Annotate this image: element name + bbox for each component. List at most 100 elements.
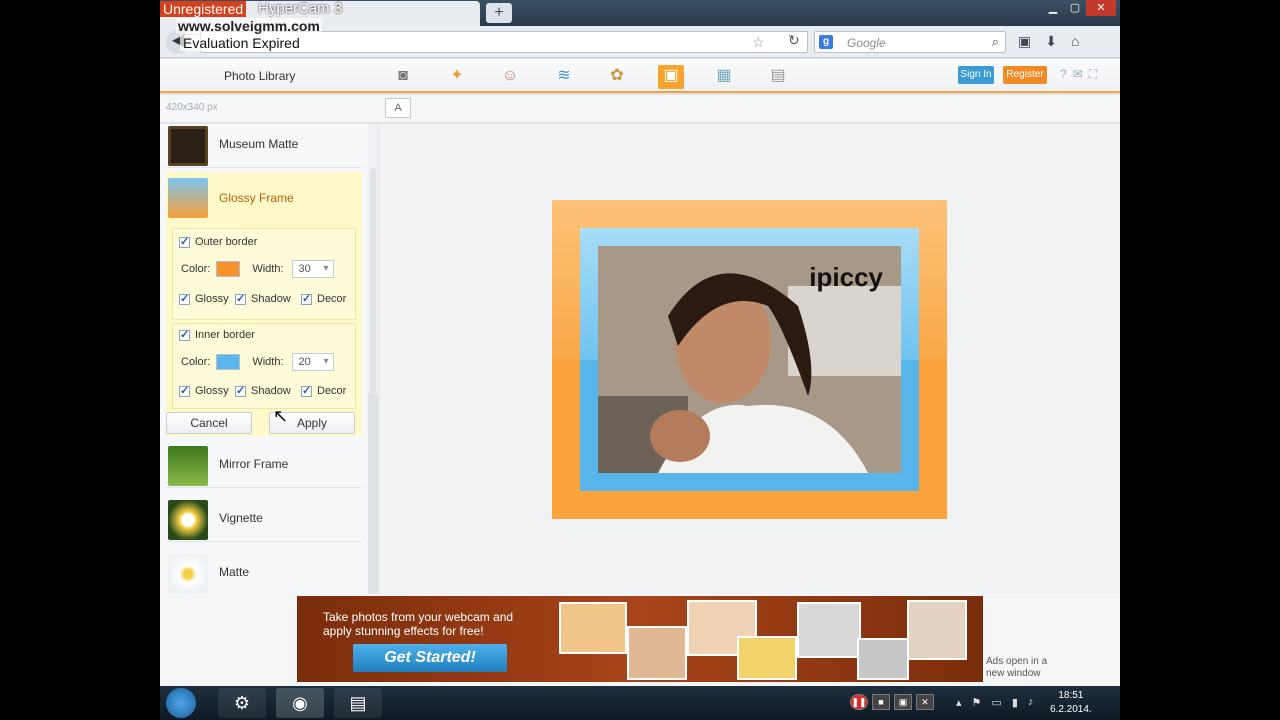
art-icon[interactable]: ✿ <box>604 65 630 89</box>
bookmark-star-icon[interactable]: ☆ <box>752 34 765 51</box>
home-icon[interactable]: ⌂ <box>1071 33 1079 50</box>
download-icon[interactable]: ⬇ <box>1045 33 1057 50</box>
help-icon[interactable]: ? <box>1060 67 1067 82</box>
ad-area: Take photos from your webcam and apply s… <box>160 594 1120 686</box>
effects-panel: Museum Matte Glossy Frame Outer border C… <box>160 124 368 594</box>
taskbar: ⚙ ◉ ▤ ❚❚ ■ ▣ ✕ ▴ ⚑ ▭ ▮ ♪ 18:51 6.2.2014. <box>160 686 1120 720</box>
maximize-icon[interactable]: ▢ <box>1064 0 1086 16</box>
inner-width-select[interactable]: 20 <box>291 353 334 371</box>
watermark-site: www.solveigmm.com <box>176 18 322 34</box>
outer-glossy-checkbox[interactable]: Glossy <box>179 292 229 305</box>
browser-nav-icons: ▣ ⬇ ⌂ <box>1018 33 1079 50</box>
system-tray: ▴ ⚑ ▭ ▮ ♪ <box>956 696 1033 709</box>
magic-wand-icon[interactable]: ✦ <box>444 65 470 89</box>
outer-shadow-checkbox[interactable]: Shadow <box>235 292 291 305</box>
texture-icon[interactable]: ▦ <box>711 65 737 89</box>
inner-decor-checkbox[interactable]: Decor <box>301 384 346 397</box>
watermark-app: HyperCam 3 <box>258 0 343 17</box>
get-started-button[interactable]: Get Started! <box>353 644 507 672</box>
effect-item-mirror-frame[interactable]: Mirror Frame <box>166 444 362 488</box>
inner-shadow-checkbox[interactable]: Shadow <box>235 384 291 397</box>
image-size-label: 420x340 px <box>166 102 218 113</box>
fullscreen-icon[interactable]: ⛶ <box>1089 67 1097 82</box>
outer-color-row: Color: Width: 30 <box>181 260 334 278</box>
ad-photo <box>737 636 797 680</box>
effect-label: Mirror Frame <box>219 457 289 471</box>
effect-item-matte[interactable]: Matte <box>166 552 362 594</box>
cancel-button[interactable]: Cancel <box>166 412 252 434</box>
mirror-frame-thumbnail <box>168 446 208 486</box>
record-icon[interactable]: ❚❚ <box>850 694 868 710</box>
effect-label: Glossy Frame <box>219 191 294 205</box>
clock-date: 6.2.2014. <box>1050 704 1092 715</box>
photo-canvas: ipiccy <box>379 124 1120 594</box>
new-tab-button[interactable]: + <box>486 3 512 23</box>
camera-icon[interactable]: ◙ <box>390 65 416 89</box>
effect-label: Vignette <box>219 511 263 525</box>
sub-toolbar: 420x340 px A <box>160 95 1120 123</box>
ad-photo <box>627 626 687 680</box>
minimize-icon[interactable]: ▁ <box>1042 0 1064 16</box>
outer-width-select[interactable]: 30 <box>291 260 334 278</box>
clock-time: 18:51 <box>1058 690 1084 701</box>
watermark-unregistered: Unregistered <box>160 1 247 17</box>
inner-border-checkbox[interactable]: Inner border <box>179 328 255 341</box>
layers-icon[interactable]: ≋ <box>551 65 577 89</box>
matte-thumbnail <box>168 554 208 594</box>
reload-icon[interactable]: ↻ <box>788 32 800 49</box>
app-icon[interactable]: ⚙ <box>218 688 266 718</box>
tray-arrow-icon[interactable]: ▴ <box>956 696 962 709</box>
volume-icon[interactable]: ♪ <box>1028 696 1034 709</box>
effect-item-vignette[interactable]: Vignette <box>166 498 362 542</box>
outer-border-checkbox[interactable]: Outer border <box>179 235 257 248</box>
ad-photo <box>857 638 909 680</box>
ad-banner[interactable]: Take photos from your webcam and apply s… <box>297 596 983 682</box>
files-icon[interactable]: ▤ <box>334 688 382 718</box>
sign-in-button[interactable]: Sign In <box>958 66 994 84</box>
flag-icon[interactable]: ⚑ <box>972 696 982 709</box>
frame-icon[interactable]: ▣ <box>658 65 684 89</box>
watermark-status: Evaluation Expired <box>180 35 303 51</box>
screen: + ▁ ▢ ✕ ◀ ☆ ↻ g Google ⌕ ▣ ⬇ ⌂ Photo Lib… <box>0 0 1280 720</box>
google-icon: g <box>819 35 833 49</box>
text-tool-button[interactable]: A <box>385 98 411 118</box>
photo-library-link[interactable]: Photo Library <box>224 69 295 83</box>
capture-icon[interactable]: ▣ <box>894 694 912 710</box>
search-input[interactable]: g Google ⌕ <box>814 31 1006 53</box>
panel-scrollbar[interactable] <box>368 124 378 394</box>
ad-text: Take photos from your webcam and apply s… <box>323 610 514 638</box>
bookmarks-icon[interactable]: ▣ <box>1018 33 1031 50</box>
search-icon[interactable]: ⌕ <box>992 34 999 50</box>
register-button[interactable]: Register <box>1003 66 1047 84</box>
recorder-controls: ❚❚ ■ ▣ ✕ <box>850 694 934 710</box>
museum-matte-thumbnail <box>168 126 208 166</box>
inner-border-section: Inner border Color: Width: 20 Glossy Sha… <box>172 323 356 409</box>
inner-color-row: Color: Width: 20 <box>181 353 334 371</box>
inner-glossy-checkbox[interactable]: Glossy <box>179 384 229 397</box>
effect-item-glossy-frame[interactable]: Glossy Frame Outer border Color: Width: … <box>166 172 362 436</box>
mail-icon[interactable]: ✉ <box>1073 67 1083 82</box>
save-icon[interactable]: ▤ <box>765 65 791 89</box>
outer-color-swatch[interactable] <box>216 261 241 277</box>
face-icon[interactable]: ☺ <box>497 65 523 89</box>
start-button[interactable] <box>166 688 196 718</box>
effect-label: Matte <box>219 565 250 579</box>
effect-item-museum-matte[interactable]: Museum Matte <box>166 124 362 168</box>
inner-color-swatch[interactable] <box>216 354 241 370</box>
firefox-icon[interactable]: ◉ <box>276 688 324 718</box>
ads-note: Ads open in a new window <box>986 656 1048 679</box>
mouse-cursor-icon: ↖ <box>273 406 289 426</box>
clock[interactable]: 18:51 6.2.2014. <box>1050 689 1092 717</box>
ad-photo <box>797 602 861 658</box>
signal-icon[interactable]: ▮ <box>1012 696 1018 709</box>
close-recorder-icon[interactable]: ✕ <box>916 694 934 710</box>
edited-photo: ipiccy <box>598 246 901 473</box>
outer-decor-checkbox[interactable]: Decor <box>301 292 346 305</box>
toolbar-extra-icons: ? ✉ ⛶ <box>1060 67 1097 82</box>
close-icon[interactable]: ✕ <box>1086 0 1116 16</box>
scrollbar-thumb[interactable] <box>370 168 376 394</box>
stop-icon[interactable]: ■ <box>872 694 890 710</box>
glossy-frame-thumbnail <box>168 178 208 218</box>
network-icon[interactable]: ▭ <box>991 696 1001 709</box>
app-toolbar: Photo Library ◙ ✦ ☺ ≋ ✿ ▣ ▦ ▤ Sign In Re… <box>160 59 1120 93</box>
